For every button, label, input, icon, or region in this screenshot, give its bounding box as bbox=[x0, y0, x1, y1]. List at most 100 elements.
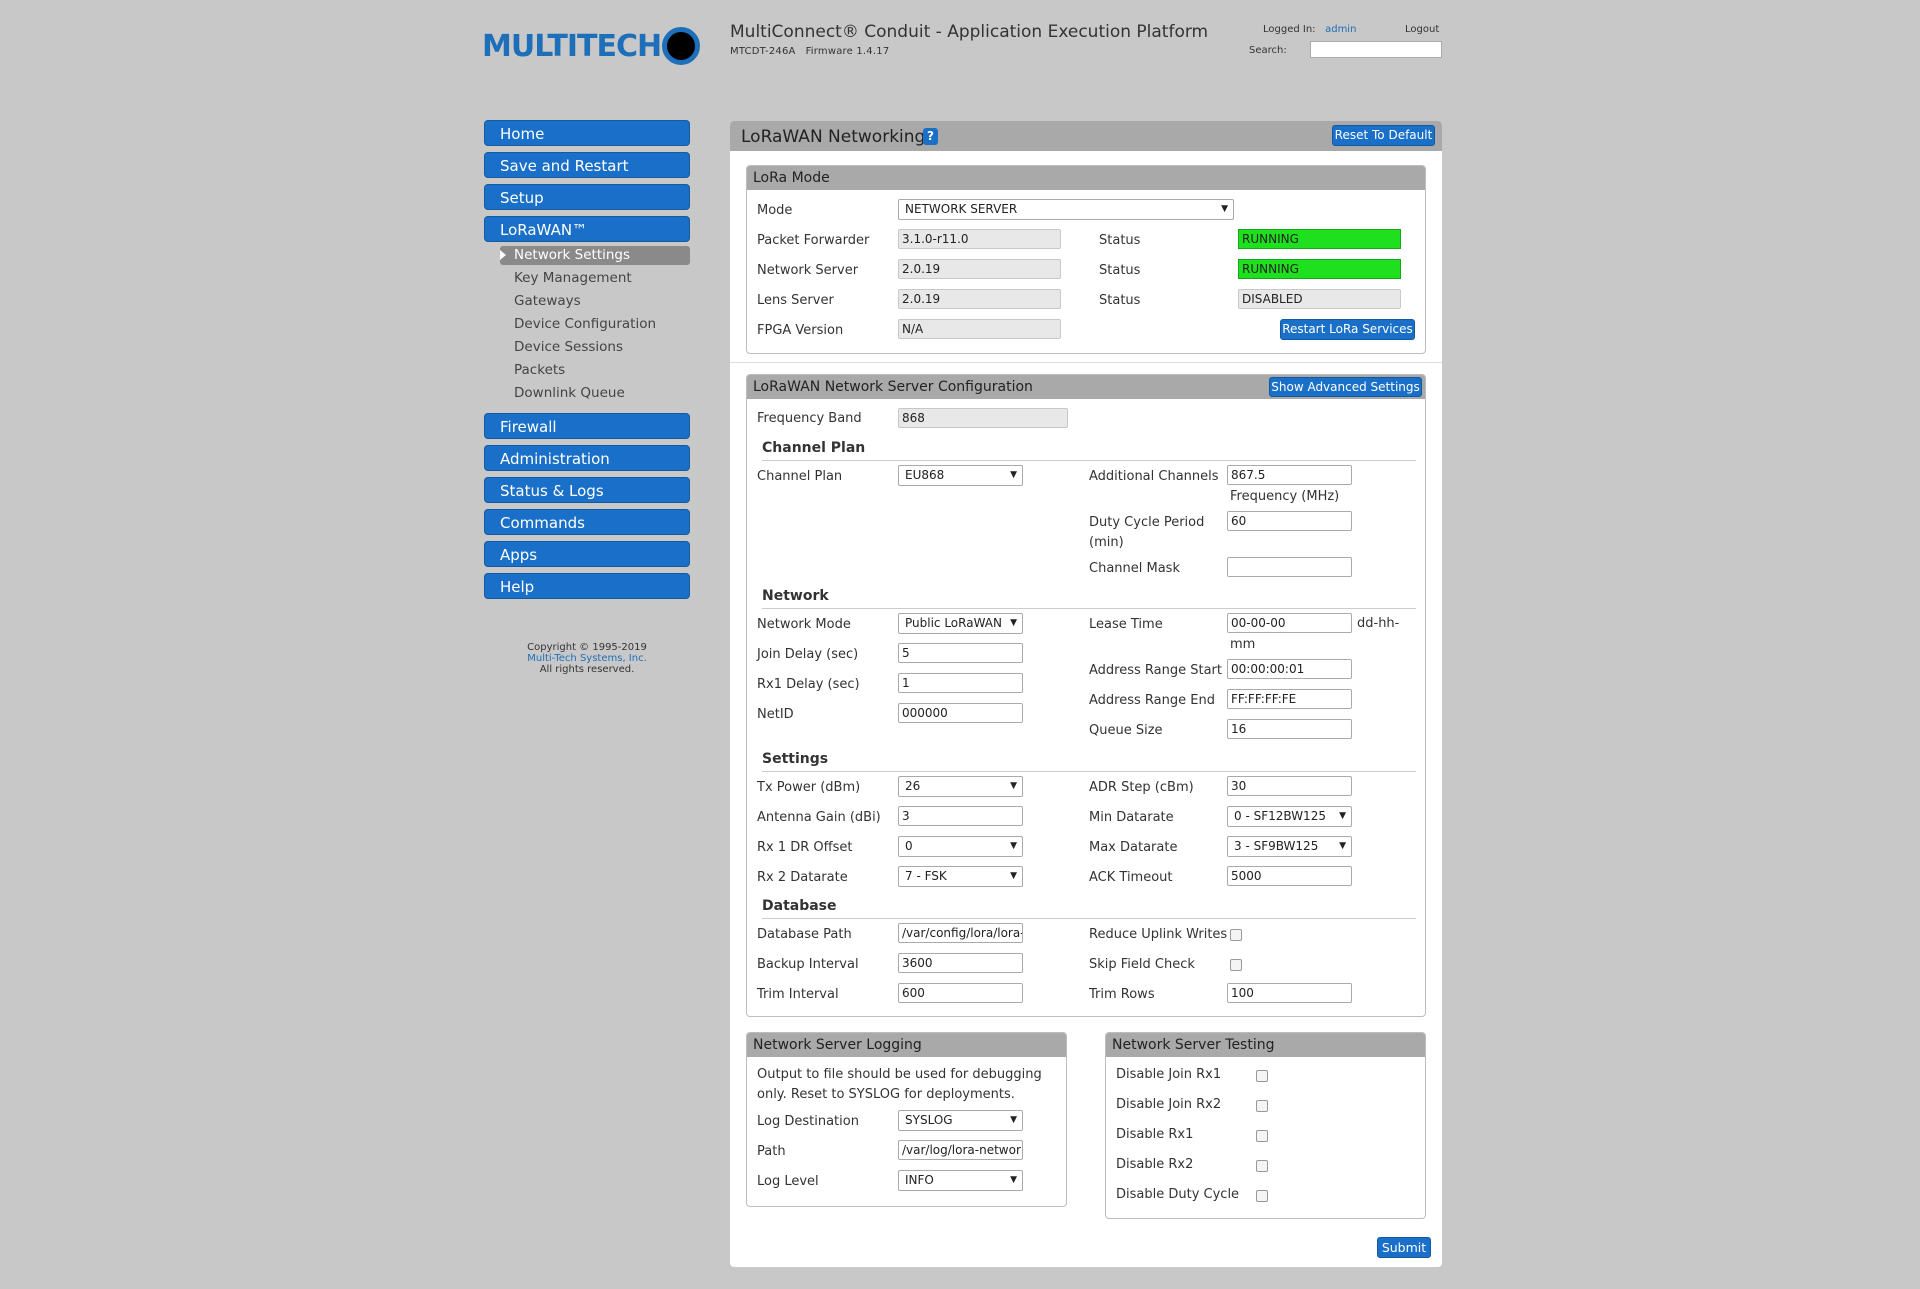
max-datarate-select[interactable]: 3 - SF9BW125 ▼ bbox=[1227, 836, 1352, 857]
search-input[interactable] bbox=[1310, 41, 1442, 58]
network-server-version: 2.0.19 bbox=[898, 259, 1061, 279]
tx-power-label: Tx Power (dBm) bbox=[757, 780, 861, 795]
subnav-device-configuration[interactable]: Device Configuration bbox=[514, 316, 656, 332]
trim-rows-input[interactable]: 100 bbox=[1227, 983, 1352, 1003]
nav-home[interactable]: Home bbox=[484, 120, 690, 146]
rx1-dr-offset-label: Rx 1 DR Offset bbox=[757, 840, 853, 855]
ack-timeout-input[interactable]: 5000 bbox=[1227, 866, 1352, 886]
ns-config-panel: LoRaWAN Network Server Configuration Sho… bbox=[746, 374, 1426, 1017]
logo-circle-icon bbox=[662, 26, 701, 65]
dropdown-arrow-icon: ▼ bbox=[1010, 841, 1017, 851]
address-range-end-input[interactable]: FF:FF:FF:FE bbox=[1227, 689, 1352, 709]
disable-join-rx2-checkbox[interactable] bbox=[1256, 1100, 1268, 1112]
lens-status-label: Status bbox=[1099, 293, 1141, 308]
subnav-gateways[interactable]: Gateways bbox=[514, 293, 581, 309]
reduce-uplink-writes-label: Reduce Uplink Writes bbox=[1089, 927, 1228, 942]
logging-note-line1: Output to file should be used for debugg… bbox=[757, 1067, 1042, 1082]
user-link[interactable]: admin bbox=[1325, 24, 1356, 35]
lease-time-input[interactable]: 00-00-00 bbox=[1227, 613, 1352, 633]
fpga-version-value: N/A bbox=[898, 319, 1061, 339]
antenna-gain-input[interactable]: 3 bbox=[898, 806, 1023, 826]
address-range-start-label: Address Range Start bbox=[1089, 663, 1222, 678]
nav-lorawan[interactable]: LoRaWAN™ bbox=[484, 216, 690, 242]
network-mode-select[interactable]: Public LoRaWAN ▼ bbox=[898, 613, 1023, 634]
duty-cycle-input[interactable]: 60 bbox=[1227, 511, 1352, 531]
restart-lora-services-button[interactable]: Restart LoRa Services bbox=[1280, 319, 1415, 340]
nav-status-logs[interactable]: Status & Logs bbox=[484, 477, 690, 503]
disable-duty-cycle-checkbox[interactable] bbox=[1256, 1190, 1268, 1202]
backup-interval-input[interactable]: 3600 bbox=[898, 953, 1023, 973]
database-path-input[interactable]: /var/config/lora/lora-ne bbox=[898, 923, 1023, 943]
nav-save-and-restart[interactable]: Save and Restart bbox=[484, 152, 690, 178]
log-level-select[interactable]: INFO ▼ bbox=[898, 1170, 1023, 1191]
company-link[interactable]: Multi-Tech Systems, Inc. bbox=[484, 653, 690, 664]
page-title: LoRaWAN Networking bbox=[741, 127, 926, 147]
network-mode-label: Network Mode bbox=[757, 617, 851, 632]
nav-setup[interactable]: Setup bbox=[484, 184, 690, 210]
subnav-packets[interactable]: Packets bbox=[514, 362, 565, 378]
netid-input[interactable]: 000000 bbox=[898, 703, 1023, 723]
nav-commands[interactable]: Commands bbox=[484, 509, 690, 535]
network-server-label: Network Server bbox=[757, 263, 859, 278]
reset-to-default-button[interactable]: Reset To Default bbox=[1332, 125, 1435, 146]
mode-select[interactable]: NETWORK SERVER ▼ bbox=[898, 199, 1234, 220]
pf-status-badge: RUNNING bbox=[1238, 229, 1401, 249]
tx-power-select[interactable]: 26 ▼ bbox=[898, 776, 1023, 797]
ns-status-badge: RUNNING bbox=[1238, 259, 1401, 279]
adr-step-label: ADR Step (cBm) bbox=[1089, 780, 1194, 795]
disable-rx1-label: Disable Rx1 bbox=[1116, 1127, 1194, 1142]
rx1-delay-input[interactable]: 1 bbox=[898, 673, 1023, 693]
dropdown-arrow-icon: ▼ bbox=[1010, 470, 1017, 480]
channel-plan-select[interactable]: EU868 ▼ bbox=[898, 465, 1023, 486]
disable-rx2-checkbox[interactable] bbox=[1256, 1160, 1268, 1172]
adr-step-input[interactable]: 30 bbox=[1227, 776, 1352, 796]
submit-button[interactable]: Submit bbox=[1377, 1237, 1431, 1258]
rights-line: All rights reserved. bbox=[539, 664, 635, 675]
firmware-version: Firmware 1.4.17 bbox=[805, 46, 890, 57]
rx2-datarate-select[interactable]: 7 - FSK ▼ bbox=[898, 866, 1023, 887]
subnav-network-settings[interactable]: Network Settings bbox=[500, 246, 690, 265]
additional-channels-input[interactable]: 867.5 bbox=[1227, 465, 1352, 485]
logged-in-info: Logged In: admin bbox=[1263, 24, 1356, 35]
show-advanced-settings-button[interactable]: Show Advanced Settings bbox=[1269, 377, 1422, 397]
skip-field-check-checkbox[interactable] bbox=[1230, 959, 1242, 971]
join-delay-label: Join Delay (sec) bbox=[757, 647, 859, 662]
join-delay-input[interactable]: 5 bbox=[898, 643, 1023, 663]
logo-text-b: TECH bbox=[577, 29, 662, 64]
queue-size-input[interactable]: 16 bbox=[1227, 719, 1352, 739]
reduce-uplink-writes-checkbox[interactable] bbox=[1230, 929, 1242, 941]
disable-join-rx1-checkbox[interactable] bbox=[1256, 1070, 1268, 1082]
frequency-band-label: Frequency Band bbox=[757, 411, 862, 426]
help-icon[interactable]: ? bbox=[923, 128, 938, 145]
dropdown-arrow-icon: ▼ bbox=[1010, 871, 1017, 881]
lease-time-label: Lease Time bbox=[1089, 617, 1163, 632]
nav-firewall[interactable]: Firewall bbox=[484, 413, 690, 439]
lease-unit-a: dd-hh- bbox=[1357, 616, 1400, 631]
rx1-dr-offset-select[interactable]: 0 ▼ bbox=[898, 836, 1023, 857]
rx1-delay-label: Rx1 Delay (sec) bbox=[757, 677, 860, 692]
disable-rx1-checkbox[interactable] bbox=[1256, 1130, 1268, 1142]
subnav-key-management[interactable]: Key Management bbox=[514, 270, 632, 286]
log-path-input[interactable]: /var/log/lora-network-s bbox=[898, 1140, 1023, 1160]
rx2-datarate-label: Rx 2 Datarate bbox=[757, 870, 848, 885]
settings-section: Settings bbox=[762, 751, 829, 767]
subnav-device-sessions[interactable]: Device Sessions bbox=[514, 339, 623, 355]
copyright: Copyright © 1995-2019 Multi-Tech Systems… bbox=[484, 642, 690, 675]
nav-help[interactable]: Help bbox=[484, 573, 690, 599]
antenna-gain-label: Antenna Gain (dBi) bbox=[757, 810, 881, 825]
channel-mask-input[interactable] bbox=[1227, 557, 1352, 577]
nav-administration[interactable]: Administration bbox=[484, 445, 690, 471]
address-range-start-input[interactable]: 00:00:00:01 bbox=[1227, 659, 1352, 679]
trim-interval-input[interactable]: 600 bbox=[898, 983, 1023, 1003]
nav-apps[interactable]: Apps bbox=[484, 541, 690, 567]
multitech-logo[interactable]: MULTITECH bbox=[482, 24, 701, 69]
mode-label: Mode bbox=[757, 203, 793, 218]
queue-size-label: Queue Size bbox=[1089, 723, 1163, 738]
app-title: MultiConnect® Conduit - Application Exec… bbox=[730, 22, 1209, 42]
subnav-downlink-queue[interactable]: Downlink Queue bbox=[514, 385, 625, 401]
network-section: Network bbox=[762, 588, 829, 604]
logout-link[interactable]: Logout bbox=[1405, 24, 1439, 35]
min-datarate-select[interactable]: 0 - SF12BW125 ▼ bbox=[1227, 806, 1352, 827]
log-destination-select[interactable]: SYSLOG ▼ bbox=[898, 1110, 1023, 1131]
lens-server-label: Lens Server bbox=[757, 293, 834, 308]
